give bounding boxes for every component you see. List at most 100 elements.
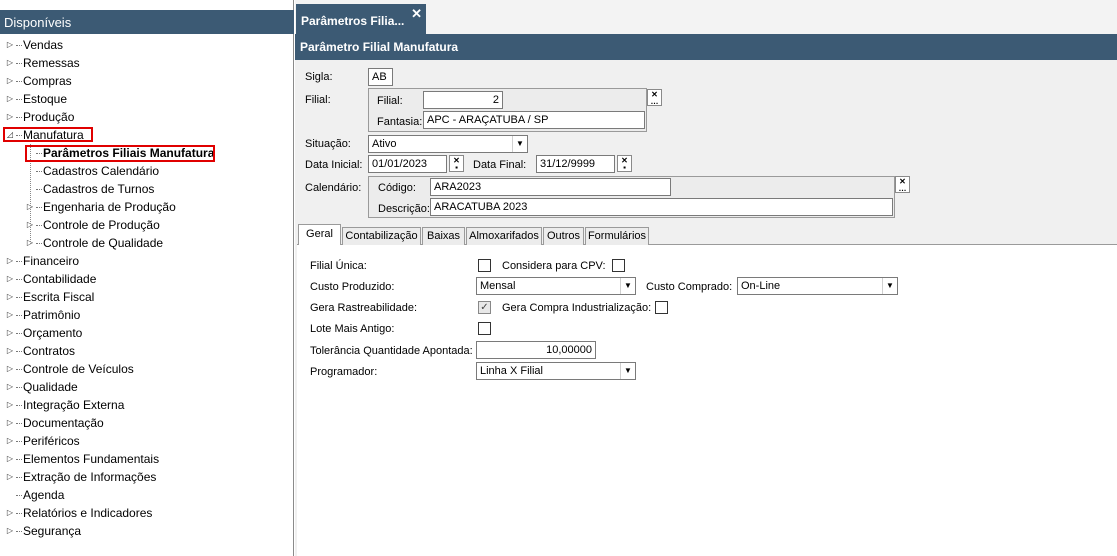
programador-select[interactable]: Linha X Filial ▼ bbox=[476, 362, 636, 380]
tree-item-controle-de-ve-culos[interactable]: ▷ Controle de Veículos bbox=[4, 360, 134, 378]
expand-icon[interactable]: ▷ bbox=[4, 324, 16, 342]
chevron-down-icon[interactable]: ▼ bbox=[620, 363, 635, 379]
expand-icon[interactable]: ▷ bbox=[4, 252, 16, 270]
filial-field[interactable]: 2 bbox=[423, 91, 503, 109]
tree-connector-line bbox=[16, 513, 22, 515]
tree-item-escrita-fiscal[interactable]: ▷ Escrita Fiscal bbox=[4, 288, 94, 306]
tree-item-produ-o[interactable]: ▷ Produção bbox=[4, 108, 74, 126]
tree-item-remessas[interactable]: ▷ Remessas bbox=[4, 54, 80, 72]
chevron-down-icon[interactable]: ▼ bbox=[882, 278, 897, 294]
tree-item-vendas[interactable]: ▷ Vendas bbox=[4, 36, 63, 54]
expand-icon[interactable]: ▷ bbox=[4, 432, 16, 450]
tree-item-agenda[interactable]: Agenda bbox=[4, 486, 64, 504]
considera-cpv-label: Considera para CPV: bbox=[502, 260, 606, 272]
tree-item-financeiro[interactable]: ▷ Financeiro bbox=[4, 252, 79, 270]
tree-item-label: Contabilidade bbox=[23, 272, 97, 286]
custo-produzido-select[interactable]: Mensal ▼ bbox=[476, 277, 636, 295]
tree-item-contratos[interactable]: ▷ Contratos bbox=[4, 342, 75, 360]
lote-mais-antigo-checkbox[interactable] bbox=[478, 322, 491, 335]
tree-item-cadastros-de-turnos[interactable]: Cadastros de Turnos bbox=[24, 180, 154, 198]
tree-item-or-amento[interactable]: ▷ Orçamento bbox=[4, 324, 82, 342]
tree-connector-line bbox=[16, 99, 22, 101]
custo-comprado-select[interactable]: On-Line ▼ bbox=[737, 277, 898, 295]
tab-almoxarifados[interactable]: Almoxarifados bbox=[466, 227, 542, 245]
document-tab[interactable]: Parâmetros Filia... ✕ bbox=[296, 4, 426, 34]
highlight-parametros-filiais bbox=[25, 145, 215, 162]
tolerancia-field[interactable]: 10,00000 bbox=[476, 341, 596, 359]
tree-item-compras[interactable]: ▷ Compras bbox=[4, 72, 72, 90]
chevron-down-icon[interactable]: ▼ bbox=[620, 278, 635, 294]
descricao-field[interactable]: ARACATUBA 2023 bbox=[430, 198, 893, 216]
data-final-field[interactable]: 31/12/9999 bbox=[536, 155, 615, 173]
tree-connector-line bbox=[16, 81, 22, 83]
situacao-label: Situação: bbox=[305, 138, 351, 150]
tree-item-seguran-a[interactable]: ▷ Segurança bbox=[4, 522, 81, 540]
gera-rastreabilidade-checkbox[interactable]: ✓ bbox=[478, 301, 491, 314]
tree-item-controle-de-qualidade[interactable]: ▷ Controle de Qualidade bbox=[24, 234, 163, 252]
tree-item-cadastros-calend-rio[interactable]: Cadastros Calendário bbox=[24, 162, 159, 180]
tree-item-patrim-nio[interactable]: ▷ Patrimônio bbox=[4, 306, 80, 324]
tree-item-contabilidade[interactable]: ▷ Contabilidade bbox=[4, 270, 96, 288]
tab-baixas[interactable]: Baixas bbox=[422, 227, 465, 245]
chevron-down-icon[interactable]: ▼ bbox=[512, 136, 527, 152]
gera-compra-checkbox[interactable] bbox=[655, 301, 668, 314]
filial-unica-checkbox[interactable] bbox=[478, 259, 491, 272]
expand-icon[interactable]: ▷ bbox=[4, 108, 16, 126]
tree-item-perif-ricos[interactable]: ▷ Periféricos bbox=[4, 432, 80, 450]
tree-item-engenharia-de-produ-o[interactable]: ▷ Engenharia de Produção bbox=[24, 198, 176, 216]
expand-icon[interactable]: ▷ bbox=[4, 396, 16, 414]
tree-item-extra-o-de-informa-es[interactable]: ▷ Extração de Informações bbox=[4, 468, 156, 486]
tree-connector-line bbox=[16, 459, 22, 461]
expand-icon[interactable]: ▷ bbox=[4, 342, 16, 360]
tab-contabilizacao[interactable]: Contabilização bbox=[342, 227, 421, 245]
calendario-search-icon[interactable]: ✕… bbox=[895, 176, 910, 193]
expand-icon[interactable]: ▷ bbox=[4, 360, 16, 378]
expand-icon[interactable]: ▷ bbox=[4, 36, 16, 54]
tree-connector-line bbox=[16, 261, 22, 263]
expand-icon[interactable]: ▷ bbox=[4, 288, 16, 306]
form-title: Parâmetro Filial Manufatura bbox=[295, 34, 1117, 60]
tree-item-label: Relatórios e Indicadores bbox=[23, 506, 153, 520]
lote-mais-antigo-label: Lote Mais Antigo: bbox=[310, 323, 395, 335]
tree-item-controle-de-produ-o[interactable]: ▷ Controle de Produção bbox=[24, 216, 160, 234]
filial-search-icon[interactable]: ✕… bbox=[647, 89, 662, 106]
tree-item-elementos-fundamentais[interactable]: ▷ Elementos Fundamentais bbox=[4, 450, 159, 468]
tree-item-label: Agenda bbox=[23, 488, 65, 502]
expand-icon[interactable]: ▷ bbox=[4, 414, 16, 432]
expand-icon[interactable]: ▷ bbox=[4, 522, 16, 540]
tree-item-documenta-o[interactable]: ▷ Documentação bbox=[4, 414, 104, 432]
expand-icon[interactable]: ▷ bbox=[4, 378, 16, 396]
fantasia-field[interactable]: APC - ARAÇATUBA / SP bbox=[423, 111, 645, 129]
tree-item-label: Compras bbox=[23, 74, 72, 88]
codigo-field[interactable]: ARA2023 bbox=[430, 178, 671, 196]
tree-connector-line bbox=[16, 369, 22, 371]
situacao-select[interactable]: Ativo ▼ bbox=[368, 135, 528, 153]
tab-geral[interactable]: Geral bbox=[298, 224, 341, 245]
expand-icon[interactable]: ▷ bbox=[4, 306, 16, 324]
close-icon[interactable]: ✕ bbox=[411, 6, 422, 22]
tree-connector-line bbox=[16, 333, 22, 335]
situacao-value: Ativo bbox=[372, 138, 397, 150]
sigla-field[interactable]: AB bbox=[368, 68, 393, 86]
tree-item-label: Periféricos bbox=[23, 434, 80, 448]
tab-outros[interactable]: Outros bbox=[543, 227, 584, 245]
tree-item-estoque[interactable]: ▷ Estoque bbox=[4, 90, 67, 108]
tree-item-integra-o-externa[interactable]: ▷ Integração Externa bbox=[4, 396, 124, 414]
expand-icon[interactable]: ▷ bbox=[4, 270, 16, 288]
tree-connector-line bbox=[16, 477, 22, 479]
tree-connector-line bbox=[36, 243, 42, 245]
data-final-calendar-icon[interactable]: ✕ ▪ bbox=[617, 155, 632, 172]
expand-icon[interactable]: ▷ bbox=[4, 72, 16, 90]
considera-cpv-checkbox[interactable] bbox=[612, 259, 625, 272]
expand-icon[interactable]: ▷ bbox=[4, 90, 16, 108]
tree-item-qualidade[interactable]: ▷ Qualidade bbox=[4, 378, 78, 396]
expand-icon[interactable]: ▷ bbox=[4, 468, 16, 486]
expand-icon[interactable]: ▷ bbox=[4, 504, 16, 522]
tree-connector-line bbox=[16, 315, 22, 317]
data-inicial-calendar-icon[interactable]: ✕ ▪ bbox=[449, 155, 464, 172]
data-inicial-field[interactable]: 01/01/2023 bbox=[368, 155, 447, 173]
expand-icon[interactable]: ▷ bbox=[4, 450, 16, 468]
tab-formularios[interactable]: Formulários bbox=[585, 227, 649, 245]
expand-icon[interactable]: ▷ bbox=[4, 54, 16, 72]
tree-item-relat-rios-e-indicadores[interactable]: ▷ Relatórios e Indicadores bbox=[4, 504, 152, 522]
